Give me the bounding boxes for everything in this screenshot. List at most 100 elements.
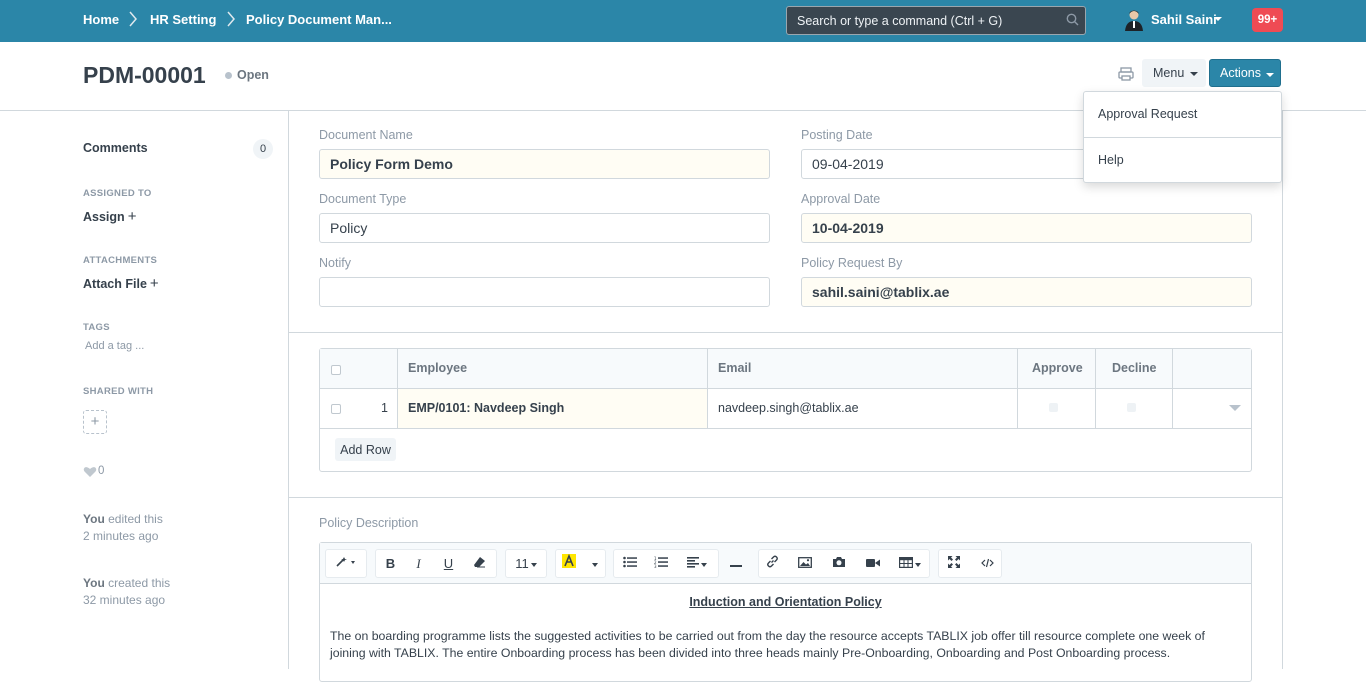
row-checkbox[interactable] — [331, 404, 341, 414]
bold-icon[interactable]: B — [378, 549, 403, 578]
notify-field[interactable] — [319, 277, 770, 307]
notify-label: Notify — [319, 256, 351, 270]
assign-link[interactable]: Assign + — [83, 208, 136, 225]
column-divider — [707, 349, 708, 429]
document-name-label: Document Name — [319, 128, 413, 142]
policy-request-by-label: Policy Request By — [801, 256, 903, 270]
policy-description-editor[interactable]: B I U 11 123 Induction and Orientation P… — [319, 542, 1252, 682]
avatar[interactable] — [1124, 9, 1144, 31]
actions-button-label: Actions — [1220, 66, 1261, 80]
policy-paragraph: The on boarding programme lists the sugg… — [330, 629, 1205, 660]
chevron-down-icon[interactable] — [1229, 405, 1241, 411]
col-approve: Approve — [1032, 361, 1083, 375]
editor-toolbar: B I U 11 123 — [320, 543, 1251, 584]
actions-dropdown: Approval Request Help — [1083, 91, 1282, 183]
section-divider — [289, 332, 1282, 333]
heart-icon[interactable] — [83, 466, 97, 478]
document-name-field[interactable] — [319, 149, 770, 179]
comments-link[interactable]: Comments — [83, 141, 148, 155]
breadcrumb-hr-setting[interactable]: HR Setting — [150, 12, 216, 27]
chevron-down-icon[interactable] — [1214, 17, 1222, 21]
policy-description-label: Policy Description — [319, 516, 419, 530]
print-icon[interactable] — [1112, 61, 1140, 87]
magic-wand-icon[interactable] — [325, 549, 367, 578]
text-color-icon[interactable] — [557, 549, 581, 578]
search-box — [786, 6, 1086, 35]
shared-with-heading: SHARED WITH — [83, 386, 154, 397]
underline-icon[interactable]: U — [436, 549, 461, 578]
image-icon[interactable] — [791, 549, 819, 578]
table-row[interactable]: 1 EMP/0101: Navdeep Singh navdeep.singh@… — [320, 389, 1251, 429]
italic-icon[interactable]: I — [406, 549, 431, 578]
menu-button-label: Menu — [1153, 66, 1185, 80]
chevron-down-icon[interactable] — [584, 549, 604, 578]
camera-icon[interactable] — [825, 549, 853, 578]
employee-cell[interactable]: EMP/0101: Navdeep Singh — [408, 401, 564, 415]
add-tag-input[interactable]: Add a tag ... — [85, 340, 144, 352]
activity-user: You — [83, 512, 105, 526]
column-divider — [397, 349, 398, 429]
tags-heading: TAGS — [83, 322, 110, 333]
chevron-down-icon — [1266, 73, 1274, 77]
table-header: Employee Email Approve Decline — [320, 349, 1251, 389]
policy-request-by-field[interactable] — [801, 277, 1252, 307]
activity-item: You edited this 2 minutes ago — [83, 511, 163, 545]
svg-text:3: 3 — [654, 564, 657, 568]
navbar: Home HR Setting Policy Document Man... S… — [0, 0, 1366, 42]
link-icon[interactable] — [758, 549, 786, 578]
sidebar-divider — [288, 111, 289, 669]
col-employee: Employee — [408, 361, 468, 375]
approve-checkbox[interactable] — [1049, 403, 1058, 412]
table-icon[interactable] — [893, 549, 927, 578]
notification-badge[interactable]: 99+ — [1252, 8, 1283, 32]
email-cell[interactable]: navdeep.singh@tablix.ae — [718, 401, 859, 415]
font-size-value: 11 — [515, 556, 529, 571]
column-divider — [1017, 349, 1018, 429]
user-menu[interactable]: Sahil Saini — [1151, 12, 1217, 27]
row-index: 1 — [381, 401, 388, 415]
document-type-field[interactable] — [319, 213, 770, 243]
actions-button[interactable]: Actions — [1209, 59, 1281, 87]
plus-icon: + — [127, 208, 137, 225]
fullscreen-icon[interactable] — [940, 549, 968, 578]
menu-button[interactable]: Menu — [1142, 59, 1206, 87]
comments-count: 0 — [253, 139, 273, 159]
activity-user: You — [83, 576, 105, 590]
bullet-list-icon[interactable] — [616, 549, 644, 578]
activity-action: edited this — [108, 512, 163, 526]
activity-action: created this — [108, 576, 171, 590]
activity-time: 2 minutes ago — [83, 529, 159, 543]
activity-time: 32 minutes ago — [83, 593, 166, 607]
approval-date-field[interactable] — [801, 213, 1252, 243]
chevron-right-icon — [227, 11, 235, 27]
status-badge: Open — [237, 68, 269, 82]
posting-date-label: Posting Date — [801, 128, 873, 142]
add-row-button[interactable]: Add Row — [335, 438, 396, 461]
video-icon[interactable] — [859, 549, 887, 578]
align-icon[interactable] — [678, 549, 716, 578]
select-all-checkbox[interactable] — [331, 365, 341, 375]
attach-label: Attach File — [83, 277, 147, 291]
attach-file-link[interactable]: Attach File + — [83, 275, 159, 292]
horizontal-rule-icon[interactable] — [722, 549, 750, 578]
eraser-icon[interactable] — [467, 549, 492, 578]
breadcrumb-home[interactable]: Home — [83, 12, 119, 27]
like-count: 0 — [98, 465, 105, 477]
menu-item-help[interactable]: Help — [1084, 138, 1281, 182]
status-indicator — [225, 72, 232, 79]
add-share-button[interactable]: + — [83, 410, 107, 434]
breadcrumb-policy-document[interactable]: Policy Document Man... — [246, 12, 392, 27]
search-input[interactable] — [787, 7, 1057, 34]
code-view-icon[interactable] — [973, 549, 1001, 578]
search-icon[interactable] — [1066, 13, 1079, 26]
section-divider — [289, 497, 1282, 498]
approval-date-label: Approval Date — [801, 192, 881, 206]
menu-item-approval-request[interactable]: Approval Request — [1084, 92, 1281, 136]
font-size-select[interactable]: 11 — [505, 549, 547, 578]
plus-icon: + — [149, 275, 159, 292]
decline-checkbox[interactable] — [1127, 403, 1136, 412]
employee-table: Employee Email Approve Decline 1 EMP/010… — [319, 348, 1252, 472]
col-email: Email — [718, 361, 752, 375]
numbered-list-icon[interactable]: 123 — [647, 549, 675, 578]
main-border — [1282, 111, 1283, 669]
